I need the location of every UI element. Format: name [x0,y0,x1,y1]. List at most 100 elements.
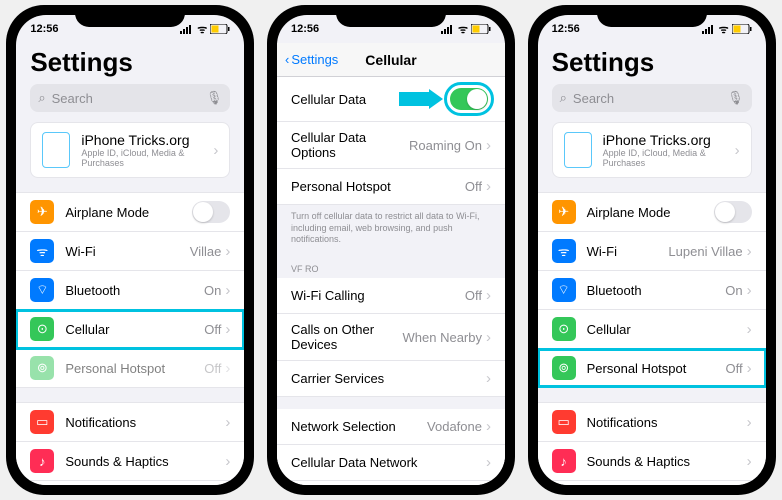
back-label: Settings [291,52,338,67]
chevron-left-icon: ‹ [285,52,289,67]
row-label: Wi-Fi Calling [291,288,465,303]
row-label: Notifications [587,415,747,430]
row-label: Network Selection [291,419,427,434]
mic-icon[interactable]: 🎙 [727,90,744,106]
group-network: Network SelectionVodafone›Cellular Data … [277,409,505,485]
settings-row-notifications[interactable]: ▭Notifications› [16,403,244,442]
notch [597,5,707,27]
row-label: Calls on Other Devices [291,322,403,352]
chevron-right-icon: › [747,414,752,431]
wifi-icon: ᯤ [197,22,207,37]
profile-sub: Apple ID, iCloud, Media & Purchases [81,148,213,168]
settings-row-personal-hotspot[interactable]: ⊚Personal HotspotOff› [538,349,766,387]
search-input[interactable]: ⌕ Search 🎙 [30,84,230,112]
profile-sub: Apple ID, iCloud, Media & Purchases [603,148,735,168]
row-label: Wi-Fi [587,244,669,259]
page-title: Settings [16,43,244,84]
profile-name: iPhone Tricks.org [603,132,735,148]
profile-row[interactable]: iPhone Tricks.org Apple ID, iCloud, Medi… [552,122,752,178]
chevron-right-icon: › [747,453,752,470]
nav-title: Cellular [365,52,416,68]
cellular-icon: ⊙ [552,317,576,341]
status-icons: ᯤ [180,22,230,37]
notifications-icon: ▭ [552,410,576,434]
chevron-right-icon: › [747,243,752,260]
cell-row-wi-fi-calling[interactable]: Wi-Fi CallingOff› [277,278,505,314]
bluetooth-icon: ⌔ [30,278,54,302]
group-cell-data: Cellular DataCellular Data OptionsRoamin… [277,77,505,205]
settings-row-wi-fi[interactable]: ᯤWi-FiVillae› [16,232,244,271]
settings-row-do-not-disturb[interactable]: ☽Do Not Disturb› [16,481,244,485]
settings-row-wi-fi[interactable]: ᯤ Wi-FiLupeni Villae › [538,232,766,271]
toggle-switch[interactable] [192,201,230,223]
cellular-list: Cellular DataCellular Data OptionsRoamin… [277,77,505,485]
cell-row-network-selection[interactable]: Network SelectionVodafone› [277,409,505,445]
wi-fi-icon: ᯤ [552,239,576,263]
profile-icon [564,132,592,168]
highlight-box [447,85,491,113]
row-value: Off [726,361,743,376]
description: Turn off cellular data to restrict all d… [277,205,505,252]
settings-row-notifications[interactable]: ▭ Notifications› [538,403,766,442]
row-label: Bluetooth [65,283,204,298]
page-title: Settings [538,43,766,84]
cell-row-carrier-services[interactable]: Carrier Services› [277,361,505,397]
chevron-right-icon: › [486,178,491,195]
row-value: Off [204,361,221,376]
status-icons: ᯤ [702,22,752,37]
profile-icon [42,132,70,168]
screen-2: 12:56 ᯤ ‹Settings Cellular Cellular Data… [277,15,505,485]
toggle-switch[interactable] [450,88,488,110]
cell-row-calls-on-other-devices[interactable]: Calls on Other DevicesWhen Nearby› [277,314,505,361]
search-input[interactable]: ⌕ Search 🎙 [552,84,752,112]
settings-row-cellular[interactable]: ⊙Cellular› [538,310,766,349]
row-value: Villae [190,244,222,259]
phone-1: 12:56 ᯤ Settings ⌕ Search 🎙 iPhone Trick… [6,5,254,495]
row-value: Off [465,179,482,194]
cell-row-sim-pin[interactable]: SIM PIN› [277,481,505,485]
settings-row-do-not-disturb[interactable]: ☽Do Not Disturb› [538,481,766,485]
settings-row-airplane-mode[interactable]: ✈Airplane Mode [16,193,244,232]
settings-row-bluetooth[interactable]: ⌔BluetoothOn› [16,271,244,310]
cell-row-personal-hotspot[interactable]: Personal HotspotOff› [277,169,505,205]
chevron-right-icon: › [486,137,491,154]
chevron-right-icon: › [747,360,752,377]
search-icon: ⌕ [38,90,45,106]
row-label: Airplane Mode [587,205,714,220]
personal-hotspot-icon: ⊚ [30,356,54,380]
search-placeholder: Search [52,91,93,106]
mic-icon[interactable]: 🎙 [206,90,223,106]
settings-row-bluetooth[interactable]: ⌔BluetoothOn› [538,271,766,310]
chevron-right-icon: › [486,287,491,304]
settings-row-airplane-mode[interactable]: ✈ Airplane Mode [538,193,766,232]
group-connectivity: ✈ Airplane Mode ᯤ Wi-FiLupeni Villae › ⌔ Bluet… [538,192,766,388]
toggle-switch[interactable] [714,201,752,223]
cell-row-cellular-data-network[interactable]: Cellular Data Network› [277,445,505,481]
chevron-right-icon: › [225,243,230,260]
bluetooth-icon: ⌔ [552,278,576,302]
chevron-right-icon: › [486,454,491,471]
cell-row-cellular-data[interactable]: Cellular Data [277,77,505,122]
wifi-icon: ᯤ [719,22,729,37]
profile-row[interactable]: iPhone Tricks.org Apple ID, iCloud, Medi… [30,122,230,178]
battery-icon [732,24,752,34]
signal-icon [180,24,194,34]
row-value: Roaming On [409,138,482,153]
back-button[interactable]: ‹Settings [285,52,338,67]
settings-row-sounds-&-haptics[interactable]: ♪Sounds & Haptics› [16,442,244,481]
settings-row-sounds-&-haptics[interactable]: ♪Sounds & Haptics› [538,442,766,481]
cell-row-cellular-data-options[interactable]: Cellular Data OptionsRoaming On› [277,122,505,169]
row-label: Bluetooth [587,283,726,298]
airplane-mode-icon: ✈ [552,200,576,224]
row-label: Personal Hotspot [587,361,726,376]
nav-bar: ‹Settings Cellular [277,43,505,77]
row-value: On [725,283,742,298]
battery-icon [210,24,230,34]
airplane-mode-icon: ✈ [30,200,54,224]
settings-row-cellular[interactable]: ⊙CellularOff› [16,310,244,349]
notch [336,5,446,27]
chevron-right-icon: › [486,370,491,387]
row-value: Lupeni Villae [668,244,742,259]
settings-row-personal-hotspot[interactable]: ⊚Personal HotspotOff› [16,349,244,387]
sounds-&-haptics-icon: ♪ [552,449,576,473]
